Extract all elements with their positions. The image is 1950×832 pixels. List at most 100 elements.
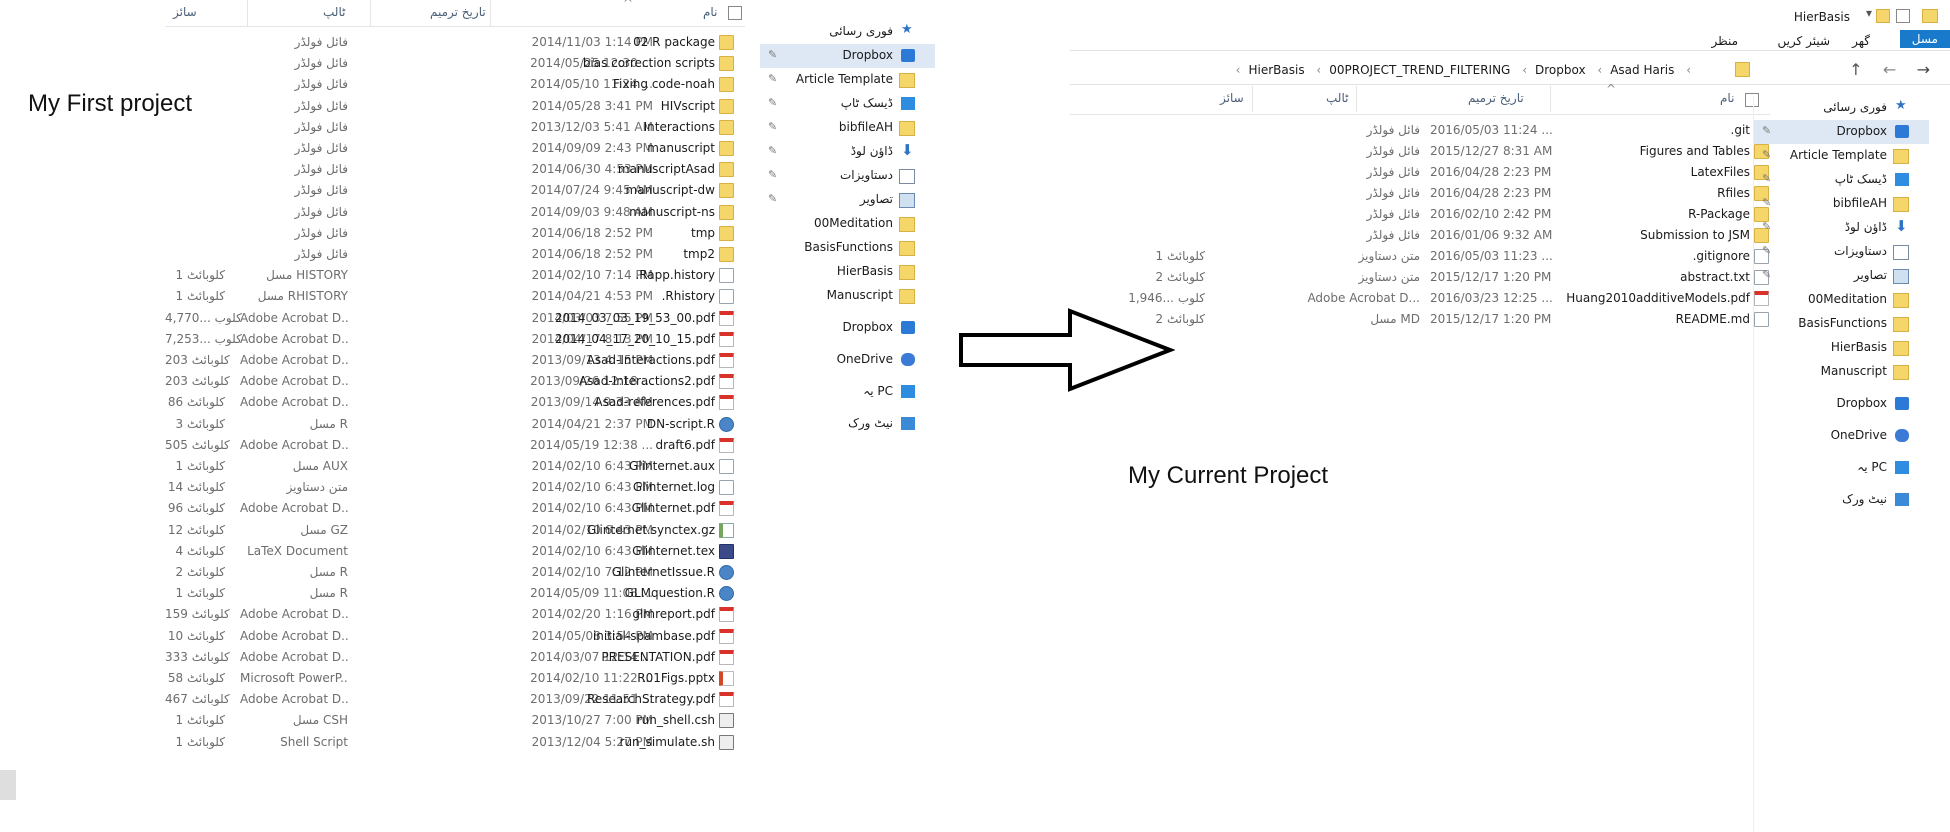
pin-icon[interactable]: ✎ bbox=[768, 168, 777, 181]
file-row[interactable]: 2 کلوبائٹ مسل MD 2015/12/17 1:20 PM README.… bbox=[1070, 309, 1770, 330]
back-arrow-icon[interactable]: → bbox=[1917, 60, 1930, 79]
file-row[interactable]: فائل فولڈر 2013/12/03 5:41 AM Interactions bbox=[165, 117, 745, 138]
nav-item[interactable]: OneDrive bbox=[1754, 424, 1929, 448]
nav-item[interactable]: Dropbox bbox=[760, 316, 935, 340]
forward-arrow-icon[interactable]: ← bbox=[1883, 60, 1896, 79]
nav-item[interactable]: 00Meditation bbox=[1754, 288, 1929, 312]
pin-icon[interactable]: ✎ bbox=[768, 144, 777, 157]
pin-icon[interactable]: ✎ bbox=[768, 192, 777, 205]
file-row[interactable]: 333 کلوبائٹ Adobe Acrobat D... 2014/03/07 … bbox=[165, 647, 745, 668]
nav-item[interactable]: ✎ Dropbox bbox=[1754, 120, 1929, 144]
crumb-hierbasis[interactable]: HierBasis bbox=[1248, 63, 1304, 77]
column-size[interactable]: سائز bbox=[1220, 91, 1244, 105]
file-row[interactable]: 203 کلوبائٹ Adobe Acrobat D... 2013/09/26 … bbox=[165, 371, 745, 392]
pin-icon[interactable]: ✎ bbox=[1762, 196, 1771, 209]
column-name[interactable]: نام bbox=[1720, 91, 1734, 105]
file-row[interactable]: 505 کلوبائٹ Adobe Acrobat D... 2014/05/19 … bbox=[165, 435, 745, 456]
nav-item[interactable]: ✎ تصاویر bbox=[760, 188, 935, 212]
file-row[interactable]: 467 کلوبائٹ Adobe Acrobat D... 2013/09/22 … bbox=[165, 689, 745, 710]
file-row[interactable]: 14 کلوبائٹ متن دستاویز 2014/02/10 6:43 PM G… bbox=[165, 477, 745, 498]
file-row[interactable]: فائل فولڈر 2014/09/03 9:48 AM manuscript-n… bbox=[165, 202, 745, 223]
file-row[interactable]: 1 کلوبائٹ مسل HISTORY 2014/02/10 7:14 PM .R… bbox=[165, 265, 745, 286]
file-row[interactable]: 1 کلوبائٹ Shell Script 2013/12/04 5:27 PM r… bbox=[165, 732, 745, 753]
file-row[interactable]: فائل فولڈر 2014/06/18 2:52 PM tmp bbox=[165, 223, 745, 244]
file-row[interactable]: 58 کلوبائٹ Microsoft PowerP... 2014/02/10 … bbox=[165, 668, 745, 689]
file-row[interactable]: فائل فولڈر 2016/04/28 2:23 PM LatexFiles bbox=[1070, 162, 1770, 183]
crumb-trend-filtering[interactable]: 00PROJECT_TREND_FILTERING bbox=[1329, 63, 1510, 77]
column-name[interactable]: نام bbox=[703, 5, 717, 19]
file-row[interactable]: 203 کلوبائٹ Adobe Acrobat D... 2013/09/13 … bbox=[165, 350, 745, 371]
nav-item[interactable]: HierBasis bbox=[760, 260, 935, 284]
nav-item[interactable]: ✎ Dropbox bbox=[760, 44, 935, 68]
pin-icon[interactable]: ✎ bbox=[768, 120, 777, 133]
file-row[interactable]: 7,253... کلوب Adobe Acrobat D... 2014/04/1… bbox=[165, 329, 745, 350]
nav-item[interactable]: یہ PC bbox=[1754, 456, 1929, 480]
nav-item[interactable]: ✎ تصاویر bbox=[1754, 264, 1929, 288]
file-row[interactable]: 159 کلوبائٹ Adobe Acrobat D... 2014/02/20 … bbox=[165, 604, 745, 625]
file-row[interactable]: 2 کلوبائٹ مسل R 2014/02/10 7:12 PM Glintern… bbox=[165, 562, 745, 583]
column-type[interactable]: ٹالپ bbox=[1326, 91, 1348, 105]
column-date[interactable]: تاریخ ترمیم bbox=[430, 5, 486, 19]
nav-item[interactable]: 00Meditation bbox=[760, 212, 935, 236]
nav-item[interactable]: ✎ bibfileAH bbox=[1754, 192, 1929, 216]
nav-item[interactable]: Manuscript bbox=[760, 284, 935, 308]
nav-item[interactable]: ✎ ڈاؤن لوڈ ⬇ bbox=[760, 140, 935, 164]
file-row[interactable]: 2 کلوبائٹ متن دستاویز 2015/12/17 1:20 PM ab… bbox=[1070, 267, 1770, 288]
nav-item[interactable]: فوری رسائی ★ bbox=[1754, 96, 1929, 120]
nav-item[interactable]: ✎ bibfileAH bbox=[760, 116, 935, 140]
nav-item[interactable]: Manuscript bbox=[1754, 360, 1929, 384]
file-row[interactable]: فائل فولڈر 2015/12/27 8:31 AM Figures and … bbox=[1070, 141, 1770, 162]
pin-icon[interactable]: ✎ bbox=[1762, 172, 1771, 185]
nav-item[interactable]: یہ PC bbox=[760, 380, 935, 404]
file-row[interactable]: فائل فولڈر 2016/04/28 2:23 PM Rfiles bbox=[1070, 183, 1770, 204]
file-row[interactable]: 1 کلوبائٹ مسل AUX 2014/02/10 6:43 PM Glinte… bbox=[165, 456, 745, 477]
tab-view[interactable]: منظر bbox=[1711, 34, 1738, 48]
customize-arrow-icon[interactable]: ▾ bbox=[1866, 6, 1872, 20]
nav-item[interactable]: فوری رسائی ★ bbox=[760, 20, 935, 44]
pin-icon[interactable]: ✎ bbox=[1762, 124, 1771, 137]
nav-item[interactable]: Dropbox bbox=[1754, 392, 1929, 416]
nav-item[interactable]: نیٹ ورک bbox=[760, 412, 935, 436]
pin-icon[interactable]: ✎ bbox=[1762, 268, 1771, 281]
crumb-dropbox[interactable]: Dropbox bbox=[1535, 63, 1586, 77]
file-row[interactable]: فائل فولڈر 2014/05/25 12:30 ... bias corre… bbox=[165, 53, 745, 74]
file-row[interactable]: فائل فولڈر 2016/05/03 11:24 ... .git bbox=[1070, 120, 1770, 141]
file-row[interactable]: 10 کلوبائٹ Adobe Acrobat D... 2014/05/08 3… bbox=[165, 626, 745, 647]
pin-icon[interactable]: ✎ bbox=[768, 72, 777, 85]
nav-item[interactable]: ✎ ڈاؤن لوڈ ⬇ bbox=[1754, 216, 1929, 240]
file-row[interactable]: 3 کلوبائٹ مسل R 2014/04/21 2:37 PM DN-scrip… bbox=[165, 414, 745, 435]
nav-item[interactable]: ✎ Article Template bbox=[760, 68, 935, 92]
file-row[interactable]: فائل فولڈر 2016/01/06 9:32 AM Submission t… bbox=[1070, 225, 1770, 246]
file-row[interactable]: فائل فولڈر 2014/06/30 4:53 PM manuscriptAs… bbox=[165, 159, 745, 180]
pin-icon[interactable]: ✎ bbox=[768, 96, 777, 109]
file-row[interactable]: 96 کلوبائٹ Adobe Acrobat D... 2014/02/10 6… bbox=[165, 498, 745, 519]
pin-icon[interactable]: ✎ bbox=[1762, 244, 1771, 257]
nav-item[interactable]: ✎ Article Template bbox=[1754, 144, 1929, 168]
file-row[interactable]: فائل فولڈر 2014/06/18 2:52 PM tmp2 bbox=[165, 244, 745, 265]
up-arrow-icon[interactable]: ↑ bbox=[1849, 60, 1862, 79]
file-row[interactable]: 1 کلوبائٹ مسل R 2014/05/09 11:08 ... GLMque… bbox=[165, 583, 745, 604]
file-row[interactable]: 4,770... کلوب Adobe Acrobat D... 2014/03/0… bbox=[165, 308, 745, 329]
select-all-checkbox[interactable] bbox=[728, 6, 742, 20]
nav-item[interactable]: ✎ دستاویزات bbox=[1754, 240, 1929, 264]
tab-file[interactable]: مسل bbox=[1899, 30, 1950, 48]
file-row[interactable]: 1 کلوبائٹ مسل RHISTORY 2014/04/21 4:53 PM.… bbox=[165, 286, 745, 307]
column-date[interactable]: تاریخ ترمیم bbox=[1468, 91, 1524, 105]
nav-item[interactable]: ✎ دستاویزات bbox=[760, 164, 935, 188]
nav-item[interactable]: ✎ ڈیسک ٹاپ bbox=[760, 92, 935, 116]
nav-item[interactable]: HierBasis bbox=[1754, 336, 1929, 360]
nav-item[interactable]: BasisFunctions bbox=[1754, 312, 1929, 336]
nav-item[interactable]: OneDrive bbox=[760, 348, 935, 372]
file-row[interactable]: فائل فولڈر 2014/05/10 11:24 ... Fixing cod… bbox=[165, 74, 745, 95]
file-row[interactable]: 1,946... کلوب Adobe Acrobat D... 2016/03/2… bbox=[1070, 288, 1770, 309]
nav-item[interactable]: نیٹ ورک bbox=[1754, 488, 1929, 512]
file-row[interactable]: 12 کلوبائٹ مسل GZ 2014/02/10 6:43 PM Glinte… bbox=[165, 520, 745, 541]
file-row[interactable]: فائل فولڈر 2014/07/24 9:45 AM manuscript-d… bbox=[165, 180, 745, 201]
file-row[interactable]: فائل فولڈر 2016/02/10 2:42 PM R-Package bbox=[1070, 204, 1770, 225]
file-row[interactable]: فائل فولڈر 2014/09/09 2:43 PM manuscript bbox=[165, 138, 745, 159]
tab-home[interactable]: گھر bbox=[1852, 34, 1870, 48]
tab-share[interactable]: شیئر کریں bbox=[1777, 34, 1830, 48]
file-row[interactable]: 1 کلوبائٹ متن دستاویز 2016/05/03 11:23 ...… bbox=[1070, 246, 1770, 267]
file-row[interactable]: 86 کلوبائٹ Adobe Acrobat D... 2013/09/14 9… bbox=[165, 392, 745, 413]
nav-item[interactable]: BasisFunctions bbox=[760, 236, 935, 260]
